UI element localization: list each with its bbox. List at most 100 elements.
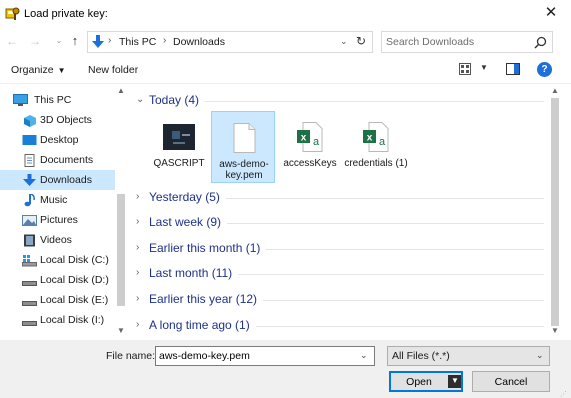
3d-objects-icon: [24, 115, 36, 127]
nav-item-label: Local Disk (D:): [40, 274, 109, 286]
nav-item-local-disk-i[interactable]: Local Disk (I:): [0, 310, 115, 330]
caret-down-icon: ▼: [57, 66, 66, 75]
file-name-input[interactable]: [159, 349, 349, 363]
file-type-filter-label: All Files (*.*): [392, 350, 450, 362]
group-header-last-month[interactable]: › Last month (11): [136, 265, 544, 283]
dialog-footer: File name: ⌄ All Files (*.*) ⌄ Open ▼ Ca…: [0, 340, 571, 398]
file-type-filter[interactable]: All Files (*.*) ⌄: [387, 346, 550, 366]
group-header-earlier-this-year[interactable]: › Earlier this year (12): [136, 291, 544, 309]
cancel-button[interactable]: Cancel: [472, 371, 550, 392]
scroll-up-arrow-icon[interactable]: ▲: [549, 86, 561, 96]
breadcrumb-separator: ›: [108, 35, 112, 46]
breadcrumb-separator: ›: [163, 35, 167, 46]
file-list-scrollbar[interactable]: ▲ ▼: [549, 86, 561, 338]
resize-grip-icon[interactable]: ⋰: [560, 390, 567, 398]
nav-item-label: Music: [40, 194, 68, 206]
group-label: Earlier this month (1): [149, 241, 267, 255]
nav-item-label: Local Disk (E:): [40, 294, 109, 306]
breadcrumb-this-pc[interactable]: This PC: [119, 36, 156, 48]
nav-item-desktop[interactable]: Desktop: [0, 130, 115, 150]
video-thumbnail-icon: [163, 124, 195, 150]
nav-item-this-pc[interactable]: This PC: [0, 90, 115, 110]
scrollbar-thumb[interactable]: [117, 194, 125, 306]
music-icon: [24, 194, 35, 207]
group-header-earlier-this-month[interactable]: › Earlier this month (1): [136, 240, 544, 258]
help-icon[interactable]: ?: [537, 62, 552, 77]
group-label: Today (4): [149, 93, 206, 107]
preview-pane-icon[interactable]: [506, 63, 520, 75]
file-item-accesskeys[interactable]: x a accessKeys: [278, 111, 342, 183]
nav-item-documents[interactable]: Documents: [0, 150, 115, 170]
forward-arrow-icon[interactable]: →: [28, 33, 42, 49]
back-arrow-icon[interactable]: ←: [5, 33, 19, 49]
chevron-right-icon[interactable]: ›: [136, 216, 139, 227]
nav-item-local-disk-d[interactable]: Local Disk (D:): [0, 270, 115, 290]
chevron-right-icon[interactable]: ›: [136, 319, 139, 330]
recent-locations-icon[interactable]: ⌄: [52, 33, 66, 49]
search-icon[interactable]: [534, 36, 547, 49]
open-button-label: Open: [406, 376, 432, 388]
nav-item-local-disk-e[interactable]: Local Disk (E:): [0, 290, 115, 310]
change-view-icon[interactable]: [459, 63, 471, 75]
address-bar[interactable]: › This PC › Downloads ⌄ ↻: [87, 31, 373, 53]
group-label: Yesterday (5): [149, 190, 226, 204]
organize-button[interactable]: Organize ▼: [11, 64, 66, 76]
caret-down-icon: ▼: [451, 376, 459, 385]
open-options-split-button[interactable]: ▼: [448, 375, 461, 388]
key-app-icon: [5, 7, 20, 20]
nav-item-label: Pictures: [40, 214, 78, 226]
refresh-icon[interactable]: ↻: [356, 34, 366, 48]
cancel-button-label: Cancel: [494, 376, 528, 388]
chevron-down-icon[interactable]: ⌄: [360, 350, 368, 361]
file-name-label: aws-demo-key.pem: [219, 159, 269, 181]
nav-item-downloads[interactable]: Downloads: [0, 170, 115, 190]
group-header-today[interactable]: ⌄ Today (4): [136, 92, 544, 110]
svg-text:a: a: [379, 136, 386, 148]
desktop-icon: [22, 135, 37, 145]
scroll-down-arrow-icon[interactable]: ▼: [549, 326, 561, 336]
chevron-right-icon[interactable]: ›: [136, 191, 139, 202]
nav-item-label: Videos: [40, 234, 72, 246]
scrollbar-thumb[interactable]: [551, 98, 559, 326]
view-options-dropdown-icon[interactable]: ▼: [480, 63, 488, 72]
nav-item-local-disk-c[interactable]: Local Disk (C:): [0, 250, 115, 270]
group-label: Last month (11): [149, 266, 239, 280]
file-name-label: QASCRIPT: [153, 158, 205, 169]
search-input[interactable]: [386, 34, 526, 50]
breadcrumb-downloads[interactable]: Downloads: [173, 36, 225, 48]
title-bar: Load private key: ✕: [0, 0, 571, 28]
group-header-yesterday[interactable]: › Yesterday (5): [136, 189, 544, 207]
group-header-last-week[interactable]: › Last week (9): [136, 214, 544, 232]
nav-item-pictures[interactable]: Pictures: [0, 210, 115, 230]
chevron-down-icon[interactable]: ⌄: [136, 94, 144, 105]
drive-icon: [22, 301, 37, 306]
navigation-pane: This PC 3D Objects Desktop Documents Dow…: [0, 86, 127, 338]
group-header-a-long-time-ago[interactable]: › A long time ago (1): [136, 317, 544, 335]
chevron-down-icon[interactable]: ⌄: [536, 350, 544, 361]
scroll-down-arrow-icon[interactable]: ▼: [115, 326, 127, 336]
svg-text:x: x: [301, 133, 307, 144]
chevron-right-icon[interactable]: ›: [136, 242, 139, 253]
chevron-right-icon[interactable]: ›: [136, 293, 139, 304]
downloads-icon: [23, 174, 36, 186]
up-arrow-icon[interactable]: ↑: [68, 33, 82, 49]
new-folder-button[interactable]: New folder: [88, 64, 138, 76]
scroll-up-arrow-icon[interactable]: ▲: [115, 86, 127, 96]
file-list-pane: ⌄ Today (4) QASCRIPT aws-demo-key.pem x …: [130, 86, 549, 338]
file-name-combobox[interactable]: ⌄: [155, 346, 375, 366]
search-box[interactable]: [381, 31, 553, 53]
nav-scrollbar[interactable]: ▲ ▼: [115, 86, 127, 338]
close-icon[interactable]: ✕: [540, 3, 562, 23]
nav-item-3d-objects[interactable]: 3D Objects: [0, 110, 115, 130]
nav-item-videos[interactable]: Videos: [0, 230, 115, 250]
file-item-credentials[interactable]: x a credentials (1): [344, 111, 408, 183]
open-button[interactable]: Open ▼: [389, 371, 463, 392]
organize-label: Organize: [11, 64, 54, 76]
svg-text:x: x: [367, 133, 373, 144]
pictures-icon: [22, 215, 37, 226]
chevron-right-icon[interactable]: ›: [136, 267, 139, 278]
file-item-qascript[interactable]: QASCRIPT: [147, 111, 211, 183]
nav-item-music[interactable]: Music: [0, 190, 115, 210]
file-item-aws-demo-key[interactable]: aws-demo-key.pem: [211, 111, 275, 183]
chevron-down-icon[interactable]: ⌄: [340, 36, 348, 47]
